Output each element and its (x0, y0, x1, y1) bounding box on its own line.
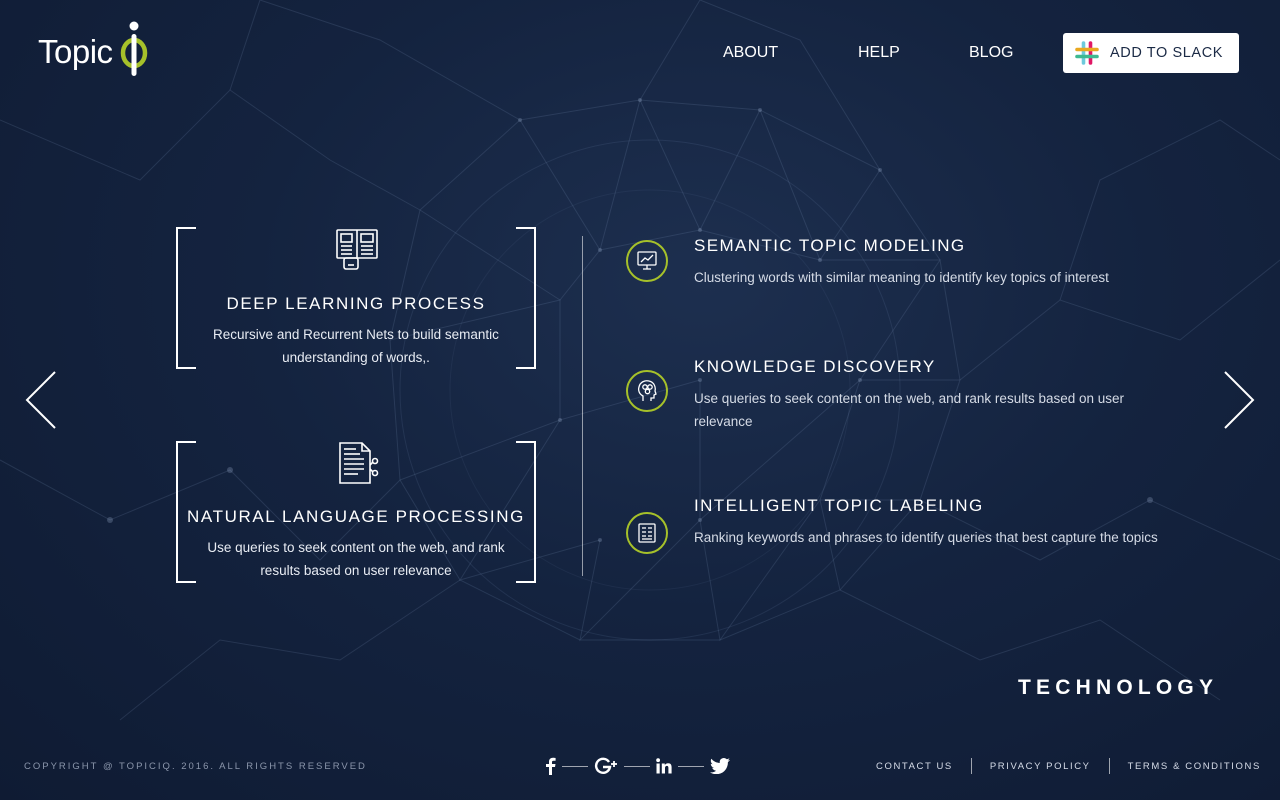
card-description: Use queries to seek content on the web, … (207, 540, 505, 578)
logo[interactable]: Topic (38, 20, 149, 84)
nav-about-link[interactable]: ABOUT (723, 44, 778, 62)
nav-blog-link[interactable]: BLOG (969, 44, 1013, 62)
next-arrow-icon[interactable] (1222, 370, 1256, 430)
nlp-card: NATURAL LANGUAGE PROCESSING Use queries … (176, 441, 536, 583)
feature-description: Ranking keywords and phrases to identify… (694, 530, 1158, 545)
social-separator-line (624, 765, 650, 767)
slack-icon (1075, 41, 1099, 65)
linkedin-icon[interactable] (656, 758, 672, 774)
feature-title: INTELLIGENT TOPIC LABELING (694, 496, 984, 515)
deep-learning-card: DEEP LEARNING PROCESS Recursive and Recu… (176, 227, 536, 369)
contact-us-link[interactable]: CONTACT US (876, 761, 953, 772)
feature-title: KNOWLEDGE DISCOVERY (694, 357, 936, 376)
twitter-icon[interactable] (710, 758, 730, 774)
newspaper-icon (336, 229, 378, 270)
card-description: Recursive and Recurrent Nets to build se… (213, 327, 499, 365)
previous-arrow-icon[interactable] (24, 370, 58, 430)
logo-text: Topic (38, 33, 113, 70)
google-plus-icon[interactable] (594, 757, 618, 775)
add-to-slack-button[interactable]: ADD TO SLACK (1063, 33, 1239, 73)
card-title: NATURAL LANGUAGE PROCESSING (187, 507, 525, 526)
facebook-icon[interactable] (544, 757, 556, 775)
terms-conditions-link[interactable]: TERMS & CONDITIONS (1128, 761, 1261, 772)
feature-icon-circle (626, 240, 668, 282)
logo-iq-mark-icon (120, 21, 147, 76)
privacy-policy-link[interactable]: PRIVACY POLICY (990, 761, 1091, 772)
social-separator-line (678, 765, 704, 767)
footer-separator (1108, 758, 1110, 774)
feature-title: SEMANTIC TOPIC MODELING (694, 236, 966, 255)
card-title: DEEP LEARNING PROCESS (226, 294, 486, 313)
feature-icon-circle (626, 512, 668, 554)
feature-description: Clustering words with similar meaning to… (694, 270, 1109, 285)
vertical-divider (582, 236, 583, 576)
feature-description: Use queries to seek content on the web, … (694, 391, 1125, 429)
footer-links: CONTACT US PRIVACY POLICY TERMS & CONDIT… (876, 758, 1261, 774)
social-separator-line (562, 765, 588, 767)
add-to-slack-label: ADD TO SLACK (1110, 45, 1224, 61)
copyright-text: COPYRIGHT @ TOPICIQ. 2016. ALL RIGHTS RE… (24, 761, 367, 772)
chart-monitor-icon (637, 251, 657, 270)
feature-icon-circle (626, 370, 668, 412)
document-list-icon (638, 523, 656, 543)
footer-separator (970, 758, 972, 774)
document-network-icon (339, 442, 379, 484)
head-gears-icon (637, 380, 657, 401)
nav-help-link[interactable]: HELP (858, 44, 900, 62)
social-links (544, 757, 730, 775)
section-label: TECHNOLOGY (1018, 676, 1219, 699)
